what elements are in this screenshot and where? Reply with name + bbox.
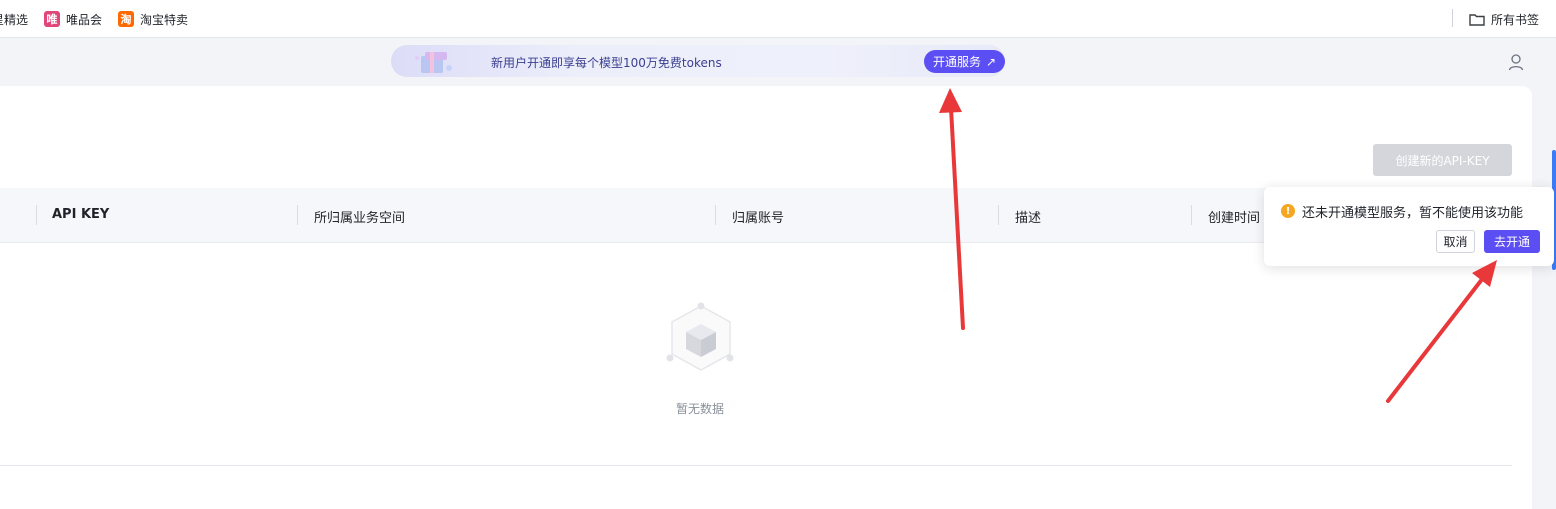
activation-popover: ! 还未开通模型服务，暂不能使用该功能 取消 去开通 <box>1264 187 1554 266</box>
column-created-time: 创建时间 <box>1208 211 1261 226</box>
cancel-button[interactable]: 取消 <box>1436 230 1475 253</box>
taobao-icon: 淘 <box>118 11 134 27</box>
arrow-up-right-icon: ↗ <box>985 54 997 69</box>
bookmark-label: 淘宝特卖 <box>140 12 189 27</box>
promo-text: 新用户开通即享每个模型100万免费tokens <box>491 56 722 70</box>
bookmark-item-jingxuan[interactable]: 星精选 <box>0 10 28 28</box>
empty-box-icon <box>666 300 736 376</box>
column-divider <box>297 205 298 225</box>
bookmark-item-taobao[interactable]: 淘 淘宝特卖 <box>118 10 188 28</box>
column-divider <box>715 205 716 225</box>
activate-service-label: 开通服务 <box>932 55 981 69</box>
column-account: 归属账号 <box>732 211 785 226</box>
column-divider <box>36 205 37 225</box>
promo-banner: 新用户开通即享每个模型100万免费tokens 开通服务 ↗ <box>391 45 1005 77</box>
popover-message: 还未开通模型服务，暂不能使用该功能 <box>1302 206 1524 221</box>
column-description: 描述 <box>1015 211 1042 226</box>
divider <box>0 465 1512 466</box>
empty-state-text: 暂无数据 <box>676 402 725 416</box>
column-api-key: API KEY <box>52 207 110 222</box>
column-divider <box>998 205 999 225</box>
folder-icon <box>1469 13 1485 26</box>
api-key-panel: 创建新的API-KEY API KEY 所归属业务空间 归属账号 描述 创建时间… <box>0 86 1532 509</box>
bookmarks-bar: 星精选 唯 唯品会 淘 淘宝特卖 所有书签 <box>0 0 1556 38</box>
all-bookmarks-button[interactable]: 所有书签 <box>1469 10 1539 28</box>
gift-box-icon <box>411 48 455 75</box>
bookmark-divider <box>1452 9 1453 27</box>
bookmark-item-vip[interactable]: 唯 唯品会 <box>44 10 102 28</box>
go-activate-button[interactable]: 去开通 <box>1484 230 1540 253</box>
bookmark-label: 星精选 <box>0 12 29 27</box>
create-api-key-button[interactable]: 创建新的API-KEY <box>1373 144 1512 176</box>
vip-icon: 唯 <box>44 11 60 27</box>
user-icon[interactable] <box>1507 53 1525 71</box>
activate-service-button[interactable]: 开通服务 ↗ <box>924 50 1005 73</box>
all-bookmarks-label: 所有书签 <box>1491 12 1540 27</box>
column-divider <box>1191 205 1192 225</box>
bookmark-label: 唯品会 <box>66 12 103 27</box>
column-workspace: 所归属业务空间 <box>314 211 406 226</box>
warning-icon: ! <box>1281 204 1295 218</box>
